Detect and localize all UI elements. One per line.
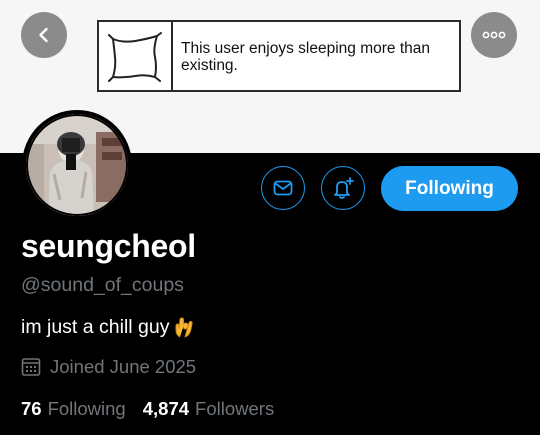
bio-text: im just a chill guy	[21, 315, 170, 338]
display-name: seungcheol	[21, 228, 196, 264]
userbox-text: This user enjoys sleeping more than exis…	[181, 40, 430, 74]
avatar-photo	[26, 114, 128, 216]
followers-label: Followers	[195, 398, 275, 419]
following-count: 76	[21, 398, 42, 419]
chevron-left-icon	[39, 27, 48, 43]
message-button[interactable]	[261, 166, 305, 210]
avatar[interactable]	[22, 110, 132, 220]
follow-stats: 76 Following 4,874 Followers	[21, 398, 274, 420]
joined-date: Joined June 2025	[21, 356, 196, 378]
following-label: Following	[47, 398, 126, 419]
back-button[interactable]	[21, 12, 67, 58]
envelope-icon	[273, 180, 293, 196]
following-button[interactable]: Following	[381, 166, 518, 211]
followers-count: 4,874	[142, 398, 190, 419]
more-horizontal-icon	[482, 31, 506, 39]
handle: @sound_of_coups	[21, 274, 184, 296]
joined-text: Joined June 2025	[50, 356, 197, 377]
bio: im just a chill guy	[21, 315, 196, 339]
bell-plus-icon	[334, 177, 354, 199]
pillow-cell	[99, 22, 173, 90]
followers-link[interactable]: 4,874 Followers	[143, 398, 274, 420]
ok-hand-emoji-icon	[172, 315, 196, 339]
userbox-sticker: This user enjoys sleeping more than exis…	[97, 20, 461, 92]
calendar-icon	[21, 357, 41, 377]
notifications-button[interactable]	[321, 166, 365, 210]
following-link[interactable]: 76 Following	[21, 398, 126, 420]
pillow-icon	[108, 32, 162, 82]
more-button[interactable]	[471, 12, 517, 58]
